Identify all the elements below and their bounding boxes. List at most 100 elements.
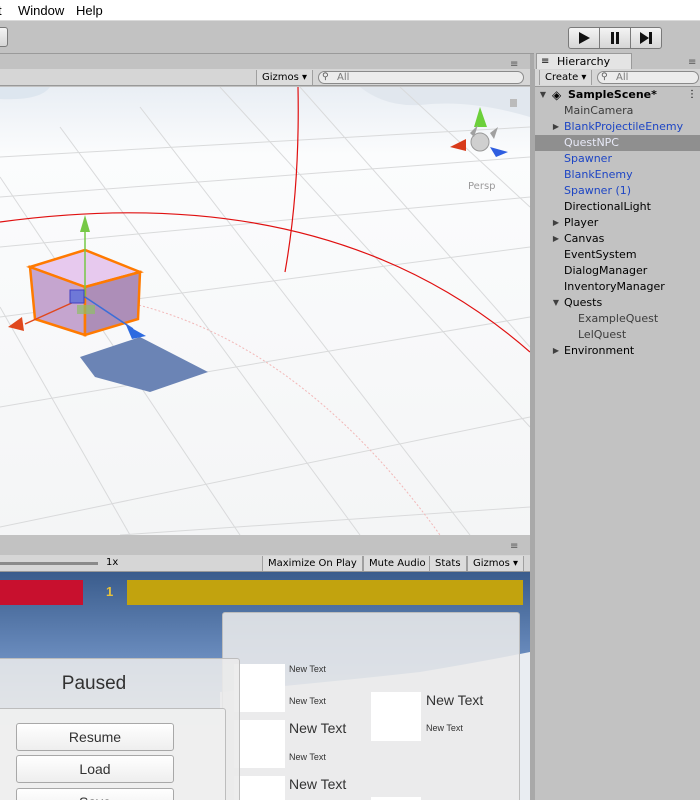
item-name-text: New Text [289, 720, 347, 736]
hierarchy-item[interactable]: DirectionalLight [535, 199, 700, 215]
play-icon [579, 32, 590, 44]
menu-item-help[interactable]: Help [76, 3, 103, 18]
create-dropdown[interactable]: Create ▾ [539, 70, 593, 85]
scene-name: SampleScene* [568, 88, 657, 101]
step-button[interactable] [630, 27, 662, 49]
game-tab-bar [0, 536, 530, 555]
scale-value: 1x [106, 557, 119, 568]
hierarchy-header: Create ▾ All ⚲ [535, 69, 700, 87]
item-desc-text: New Text [426, 723, 463, 733]
hierarchy-item-label: Environment [564, 344, 635, 357]
hierarchy-item-label: EventSystem [564, 248, 637, 261]
item-desc-text: New Text [289, 752, 326, 762]
scene-search-input[interactable]: All [318, 71, 524, 84]
hierarchy-item-label: Spawner [564, 152, 612, 165]
pause-title: Paused [61, 673, 127, 694]
health-bar [0, 580, 83, 605]
expand-arrow-icon[interactable]: ▶ [551, 119, 561, 135]
hierarchy-item[interactable]: Spawner (1) [535, 183, 700, 199]
game-gizmos-label: Gizmos [473, 558, 510, 569]
game-gizmos-dropdown[interactable]: Gizmos ▾ [467, 556, 525, 571]
inventory-slot-image[interactable] [234, 720, 285, 768]
menu-item-window[interactable]: Window [18, 3, 64, 18]
scene-menu-icon[interactable]: ⋮ [687, 87, 697, 103]
unity-scene-icon: ◈ [552, 88, 562, 102]
scene-root-row[interactable]: ▼ ◈ SampleScene* ⋮ [535, 87, 700, 103]
maximize-on-play-button[interactable]: Maximize On Play [262, 556, 363, 571]
hierarchy-search-input[interactable]: All [597, 71, 699, 84]
inventory-slot-image[interactable] [234, 664, 285, 712]
level-indicator: 1 [106, 584, 114, 599]
hierarchy-item[interactable]: ▶ Environment [535, 343, 700, 359]
xp-bar [127, 580, 523, 605]
hierarchy-item[interactable]: BlankEnemy [535, 167, 700, 183]
projection-label[interactable]: Persp [468, 181, 496, 192]
hierarchy-item-label: LelQuest [578, 328, 627, 341]
hierarchy-item[interactable]: DialogManager [535, 263, 700, 279]
hierarchy-item-label: ExampleQuest [578, 312, 659, 325]
expand-arrow-icon[interactable]: ▶ [551, 231, 561, 247]
tool-button-partial[interactable] [0, 27, 8, 47]
hierarchy-item[interactable]: ▼ Quests [535, 295, 700, 311]
item-name-text: New Text [426, 692, 484, 708]
hierarchy-search-placeholder: All [616, 72, 629, 83]
hierarchy-search-icon: ⚲ [601, 72, 608, 82]
hierarchy-item[interactable]: ExampleQuest [535, 311, 700, 327]
hierarchy-item[interactable]: InventoryManager [535, 279, 700, 295]
expand-arrow-icon[interactable]: ▶ [551, 215, 561, 231]
hierarchy-menu-icon[interactable]: ≡ [688, 57, 696, 68]
hierarchy-item[interactable]: ▶ BlankProjectileEnemy [535, 119, 700, 135]
hierarchy-item-label: Player [564, 216, 599, 229]
game-view-header: 1x Maximize On Play Mute Audio Stats Giz… [0, 555, 530, 572]
scale-slider-track[interactable] [0, 562, 98, 565]
hierarchy-tab-label: Hierarchy [557, 55, 611, 68]
inventory-slot-image[interactable] [234, 776, 285, 800]
game-panel-menu-icon[interactable]: ≡ [510, 541, 518, 552]
menu-bar: t Window Help [0, 0, 700, 21]
hierarchy-item-label: Canvas [564, 232, 605, 245]
collapse-arrow-icon[interactable]: ▼ [538, 87, 548, 103]
hierarchy-item[interactable]: EventSystem [535, 247, 700, 263]
hierarchy-item[interactable]: ▶ Canvas [535, 231, 700, 247]
pause-icon [611, 32, 619, 44]
scene-search-placeholder: All [337, 72, 350, 83]
menu-item-edit[interactable]: t [0, 3, 2, 18]
hierarchy-item-label: Quests [564, 296, 603, 309]
hierarchy-item-label: BlankProjectileEnemy [564, 120, 684, 133]
inventory-slot-image[interactable] [371, 692, 421, 741]
scene-grid [0, 87, 530, 535]
collapse-arrow-icon[interactable]: ▼ [551, 295, 561, 311]
resume-button[interactable]: Resume [16, 723, 174, 751]
search-icon: ⚲ [322, 72, 329, 82]
game-view[interactable]: 1 New Text New Text New Text New Text Ne… [0, 572, 530, 800]
hierarchy-item-label: BlankEnemy [564, 168, 633, 181]
hierarchy-item-label: InventoryManager [564, 280, 665, 293]
scene-view[interactable]: Persp [0, 87, 530, 535]
item-name-text: New Text [289, 664, 326, 674]
list-icon: ≡ [541, 56, 550, 67]
scene-gizmos-dropdown[interactable]: Gizmos ▾ [256, 70, 314, 85]
pause-button[interactable] [599, 27, 631, 49]
main-toolbar [0, 21, 700, 54]
hierarchy-item[interactable]: Spawner [535, 151, 700, 167]
scene-view-header: Gizmos ▾ All ⚲ [0, 69, 530, 86]
stats-button[interactable]: Stats [429, 556, 467, 571]
play-button[interactable] [568, 27, 600, 49]
item-name-text: New Text [289, 776, 347, 792]
mute-audio-button[interactable]: Mute Audio [363, 556, 432, 571]
hierarchy-list: ▼ ◈ SampleScene* ⋮ MainCamera ▶ BlankProje… [535, 87, 700, 800]
hierarchy-item[interactable]: MainCamera [535, 103, 700, 119]
save-button[interactable]: Save [16, 788, 174, 800]
load-button[interactable]: Load [16, 755, 174, 783]
hierarchy-item[interactable]: QuestNPC [535, 135, 700, 151]
hierarchy-item[interactable]: LelQuest [535, 327, 700, 343]
tab-hierarchy[interactable]: ≡ Hierarchy [536, 53, 632, 70]
hierarchy-item-label: QuestNPC [564, 136, 619, 149]
expand-arrow-icon[interactable]: ▶ [551, 343, 561, 359]
item-desc-text: New Text [289, 696, 326, 706]
hierarchy-item-label: MainCamera [564, 104, 634, 117]
pause-buttons-panel [0, 708, 226, 800]
hierarchy-item[interactable]: ▶ Player [535, 215, 700, 231]
move-handle-plane[interactable] [69, 289, 85, 304]
hierarchy-item-label: Spawner (1) [564, 184, 632, 197]
